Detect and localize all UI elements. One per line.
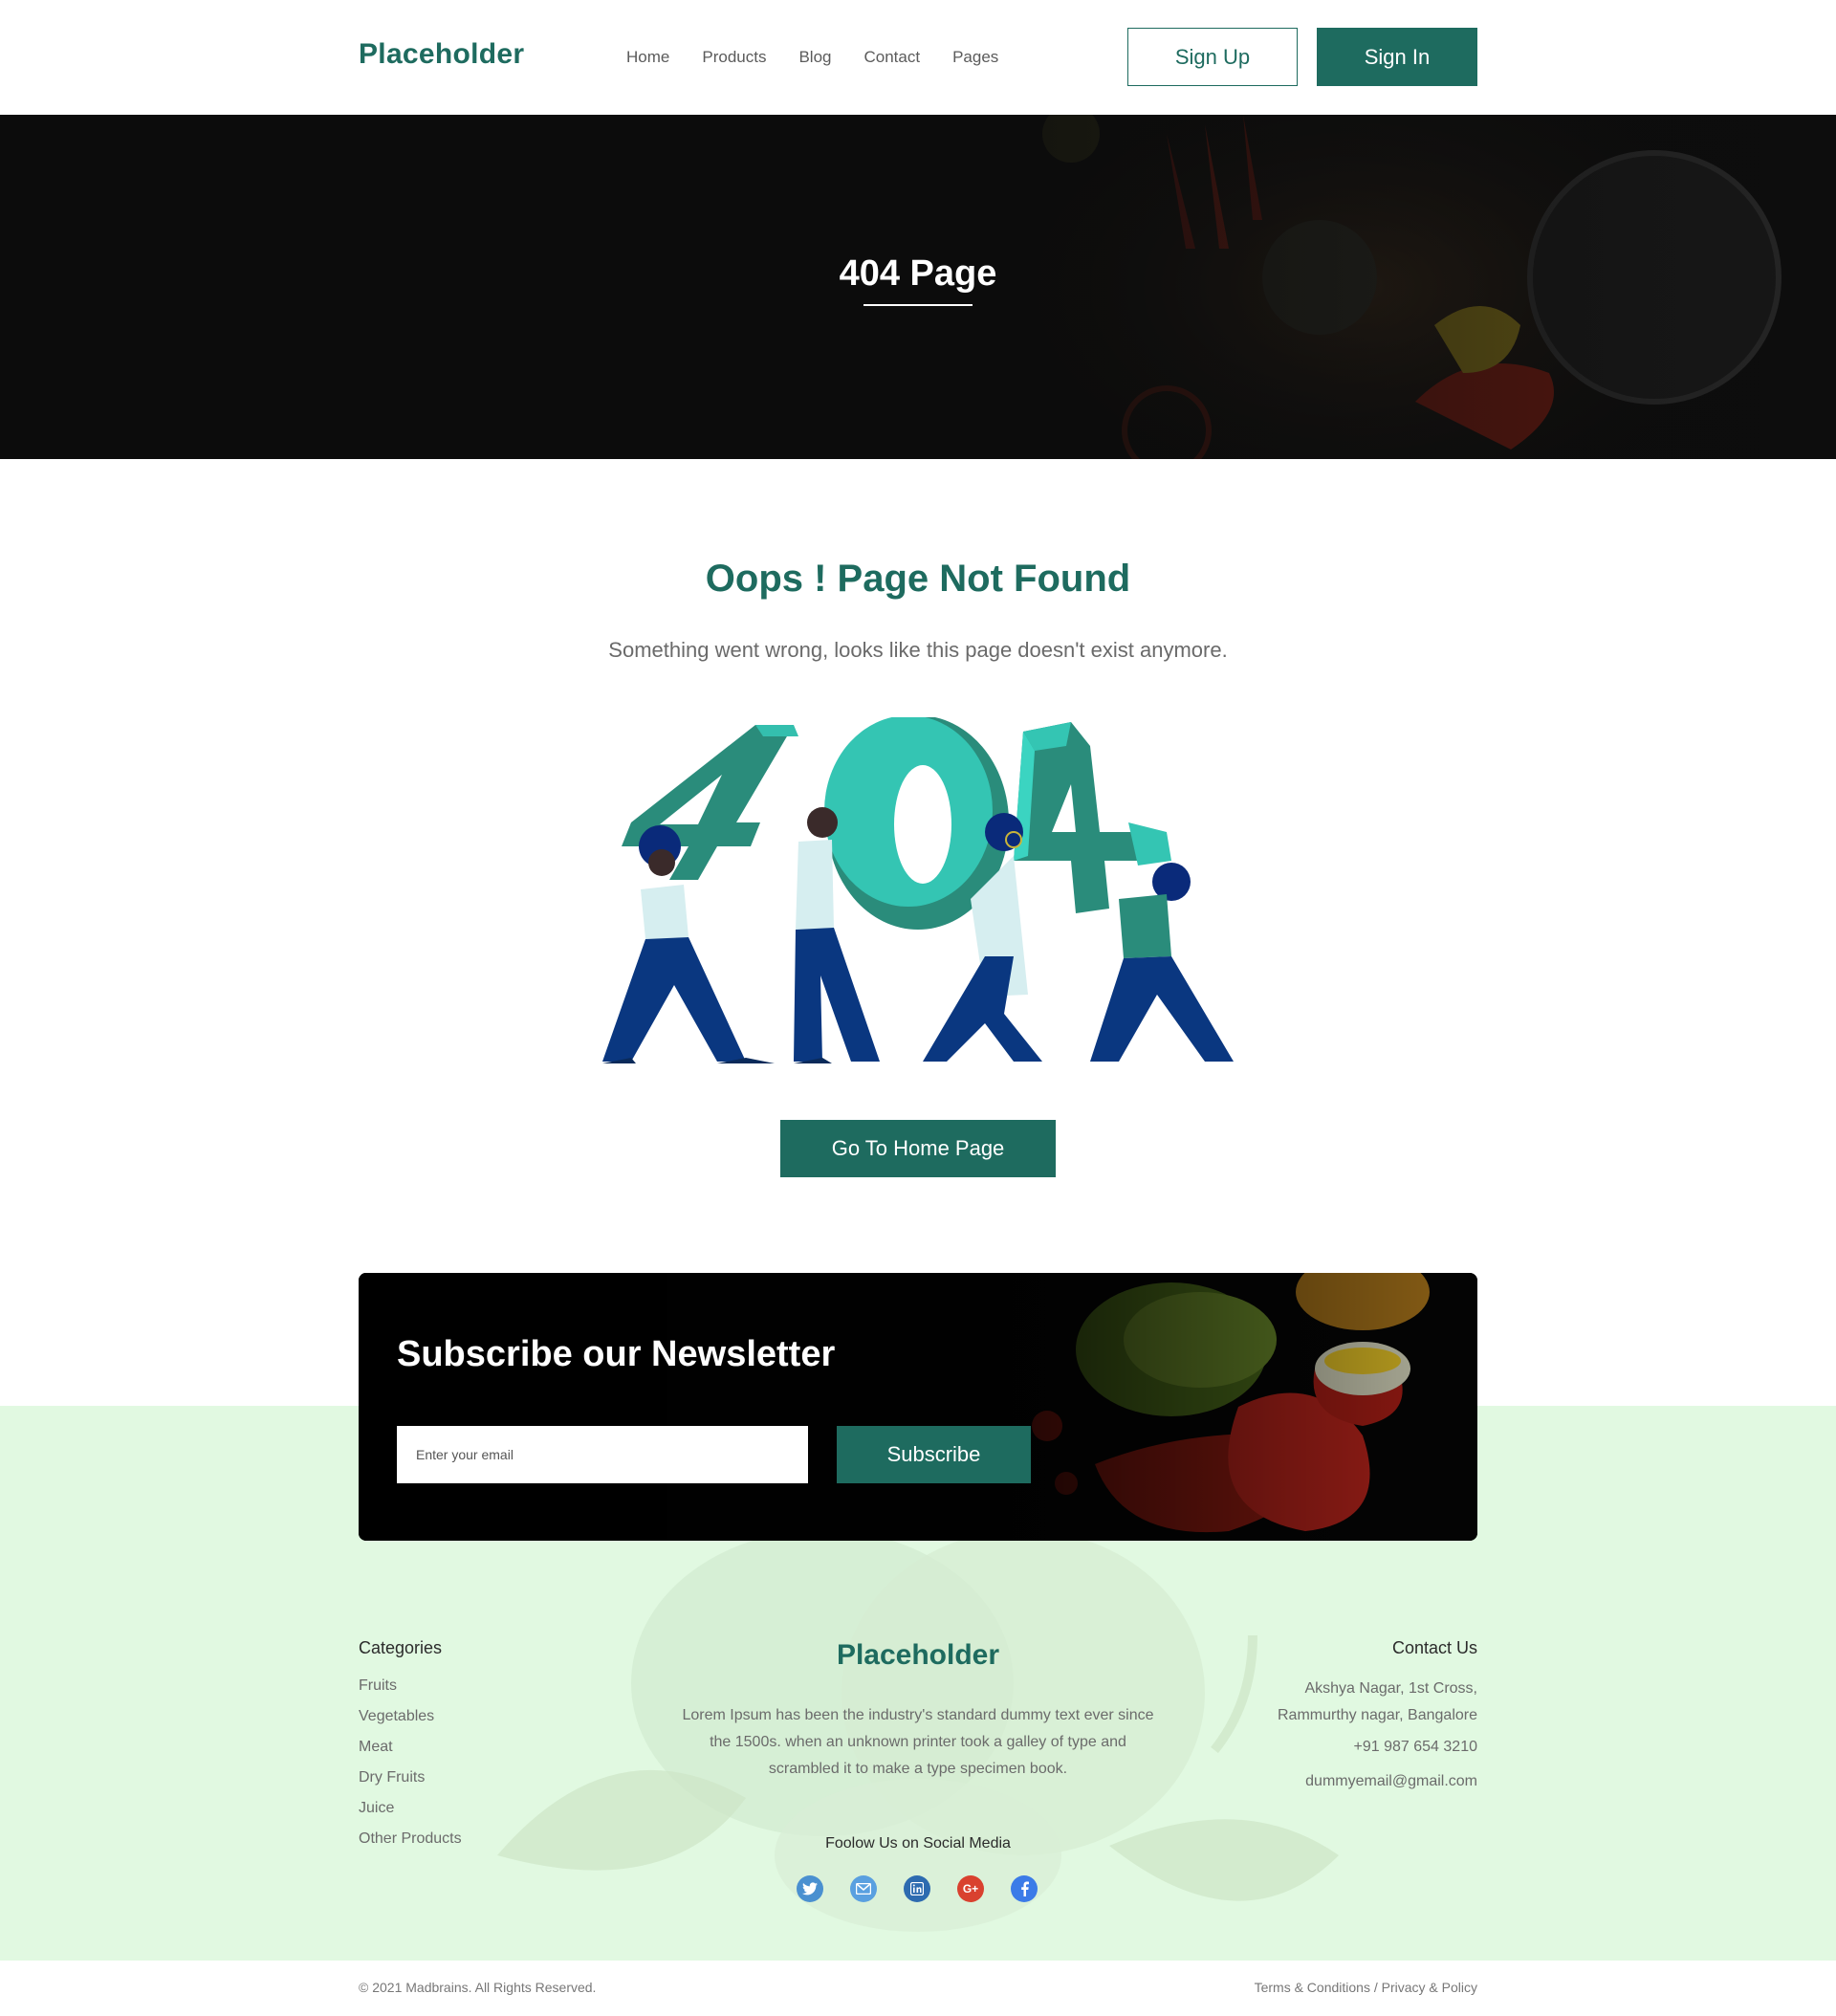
newsletter-background-image (359, 1273, 1477, 1541)
legal-separator: / (1369, 1980, 1382, 1995)
categories-list: Fruits Vegetables Meat Dry Fruits Juice … (359, 1676, 462, 1859)
404-illustration (602, 717, 1234, 1063)
nav-contact[interactable]: Contact (863, 48, 920, 67)
hero-banner: 404 Page (0, 115, 1836, 459)
contact-heading: Contact Us (1391, 1638, 1477, 1657)
terms-link[interactable]: Terms & Conditions (1255, 1980, 1370, 1995)
contact-address: Akshya Nagar, 1st Cross, Rammurthy nagar… (1278, 1676, 1477, 1729)
digit-four-right (1014, 722, 1171, 913)
not-found-subtext: Something went wrong, looks like this pa… (608, 638, 1228, 662)
hero-title-underline (863, 304, 973, 306)
newsletter-card: Subscribe our Newsletter Enter your emai… (359, 1273, 1477, 1541)
address-line-1: Akshya Nagar, 1st Cross, (1304, 1680, 1477, 1697)
social-links: G+ (797, 1875, 1064, 1902)
sign-up-button[interactable]: Sign Up (1127, 28, 1298, 86)
linkedin-icon[interactable] (904, 1875, 930, 1902)
nav-pages[interactable]: Pages (952, 48, 998, 67)
category-link[interactable]: Juice (359, 1798, 462, 1829)
person-figure-4 (1090, 863, 1234, 1062)
go-home-button[interactable]: Go To Home Page (780, 1120, 1056, 1177)
google-plus-icon[interactable]: G+ (957, 1875, 984, 1902)
hero-title: 404 Page (839, 253, 997, 294)
twitter-icon[interactable] (797, 1875, 823, 1902)
category-link[interactable]: Vegetables (359, 1706, 462, 1737)
category-link[interactable]: Meat (359, 1737, 462, 1767)
follow-label: Foolow Us on Social Media (825, 1835, 1011, 1852)
category-link[interactable]: Fruits (359, 1676, 462, 1706)
footer-logo[interactable]: Placeholder (0, 1639, 1836, 1672)
nav-blog[interactable]: Blog (798, 48, 831, 67)
facebook-icon[interactable] (1011, 1875, 1038, 1902)
main-nav: Home Products Blog Contact Pages (626, 48, 1031, 67)
bottom-bar: © 2021 Madbrains. All Rights Reserved. T… (0, 1961, 1836, 2016)
subscribe-button[interactable]: Subscribe (837, 1426, 1031, 1483)
site-logo[interactable]: Placeholder (359, 38, 524, 71)
mail-icon[interactable] (850, 1875, 877, 1902)
nav-home[interactable]: Home (626, 48, 669, 67)
not-found-heading: Oops ! Page Not Found (705, 558, 1131, 600)
category-link[interactable]: Dry Fruits (359, 1767, 462, 1798)
sign-in-button[interactable]: Sign In (1317, 28, 1477, 86)
site-header: Placeholder Home Products Blog Contact P… (0, 0, 1836, 115)
contact-phone[interactable]: +91 987 654 3210 (1354, 1739, 1477, 1756)
legal-links: Terms & Conditions / Privacy & Policy (1255, 1980, 1477, 1995)
privacy-link[interactable]: Privacy & Policy (1382, 1980, 1477, 1995)
newsletter-title: Subscribe our Newsletter (397, 1334, 836, 1374)
nav-products[interactable]: Products (702, 48, 766, 67)
footer-description: Lorem Ipsum has been the industry's stan… (682, 1707, 1154, 1777)
address-line-2: Rammurthy nagar, Bangalore (1278, 1707, 1477, 1723)
contact-email[interactable]: dummyemail@gmail.com (1305, 1773, 1477, 1790)
copyright-text: © 2021 Madbrains. All Rights Reserved. (359, 1980, 597, 1995)
email-input[interactable]: Enter your email (397, 1426, 808, 1483)
